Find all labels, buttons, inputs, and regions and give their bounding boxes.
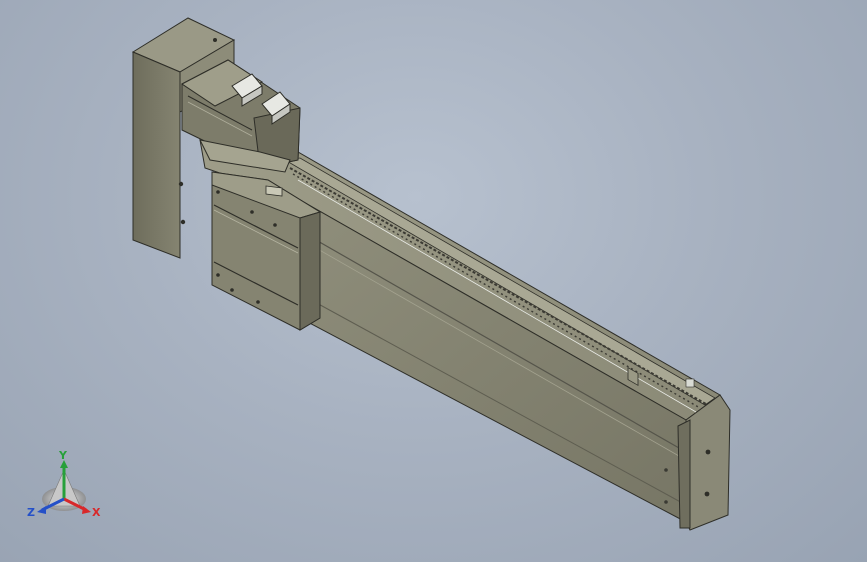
carriage-bolt-hole [273, 223, 277, 227]
carriage-bolt-hole [230, 288, 234, 292]
end-cap-bolt-hole [664, 468, 668, 472]
axis-triad[interactable]: Y X Z [27, 449, 101, 519]
model-scene[interactable]: Y X Z [0, 0, 867, 562]
x-axis-label: X [92, 506, 101, 519]
end-marker [685, 378, 695, 388]
z-axis-label: Z [27, 506, 35, 519]
housing-screw [180, 219, 186, 225]
rail-end-cap [685, 394, 731, 531]
carriage-bolt-hole [250, 210, 254, 214]
rail-end-plate [677, 419, 691, 529]
housing-screw [213, 38, 217, 42]
end-cap-bolt-hole [704, 491, 710, 497]
carriage-bolt-hole [256, 300, 260, 304]
end-cap-bolt-hole [664, 500, 668, 504]
cad-viewport[interactable]: Y X Z [0, 0, 867, 562]
carriage-bolt-hole [216, 273, 220, 277]
carriage-clamp [265, 185, 283, 197]
carriage-bolt-hole [216, 190, 220, 194]
y-axis-label: Y [58, 449, 68, 462]
housing-screw [178, 181, 184, 187]
end-cap-bolt-hole [705, 449, 711, 455]
